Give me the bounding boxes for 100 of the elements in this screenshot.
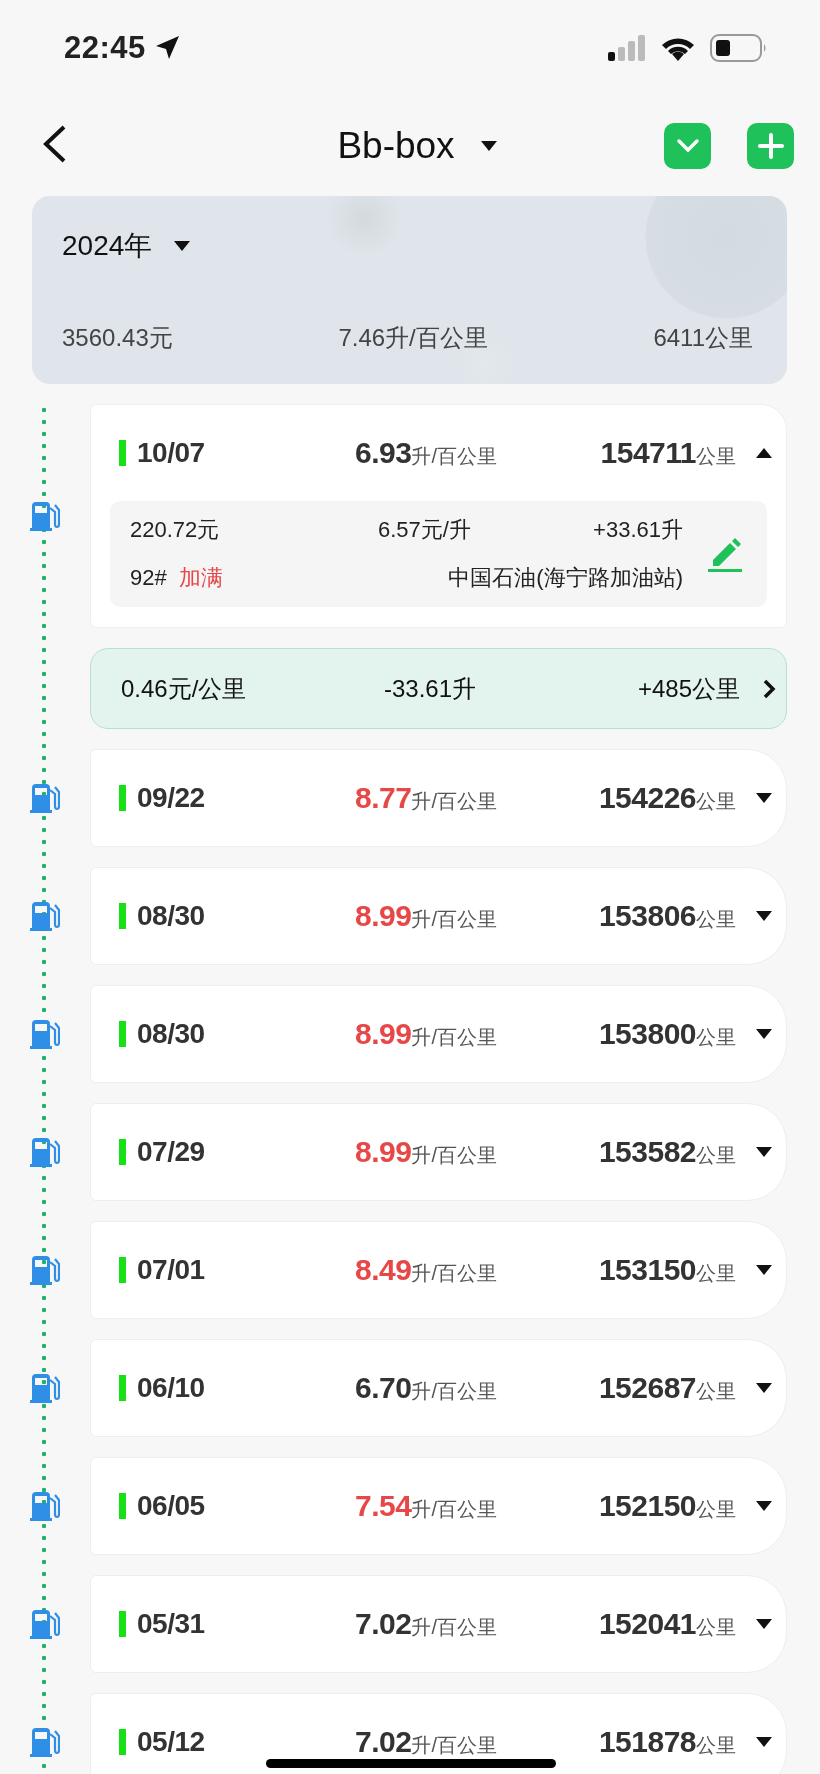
date-marker — [119, 1139, 126, 1165]
unit-label: 公里 — [696, 1380, 736, 1402]
consumption-value: 7.54 — [355, 1489, 412, 1522]
date-marker — [119, 785, 126, 811]
refuel-card[interactable]: 05/31 7.02升/百公里 152041公里 — [90, 1575, 787, 1673]
unit-label: 升/百公里 — [411, 445, 497, 467]
unit-label: 升/百公里 — [411, 790, 497, 812]
unit-label: 升/百公里 — [411, 1026, 497, 1048]
unit-label: 公里 — [696, 1144, 736, 1166]
unit-label: 升/百公里 — [411, 1262, 497, 1284]
unit-label: 公里 — [696, 1262, 736, 1284]
fuel-delta: -33.61升 — [384, 673, 478, 704]
caret-down-icon[interactable] — [756, 1029, 772, 1039]
refuel-card[interactable]: 06/05 7.54升/百公里 152150公里 — [90, 1457, 787, 1555]
consumption-value: 7.02 — [355, 1725, 412, 1758]
caret-up-icon[interactable] — [756, 448, 772, 458]
caret-down-icon[interactable] — [480, 141, 497, 151]
vehicle-title[interactable]: Bb-box — [337, 125, 455, 167]
date-marker — [119, 903, 126, 929]
refuel-card[interactable]: 07/01 8.49升/百公里 153150公里 — [90, 1221, 787, 1319]
unit-label: 公里 — [696, 1734, 736, 1756]
unit-label: 升/百公里 — [411, 1734, 497, 1756]
fuel-grade: 92# — [130, 565, 167, 590]
odometer-value: 154711 — [600, 436, 696, 469]
refuel-date: 09/22 — [137, 782, 205, 814]
consumption-value: 7.02 — [355, 1607, 412, 1640]
refuel-card[interactable]: 10/07 6.93升/百公里 154711公里 220.72元 6.57元/升 +33.61升 92# 加满 中国石油(海宁路加油站) — [90, 404, 787, 628]
refuel-card[interactable]: 08/30 8.99升/百公里 153806公里 — [90, 867, 787, 965]
consumption-value: 6.93 — [355, 436, 412, 469]
odometer-value: 152041 — [598, 1607, 696, 1640]
refuel-date: 08/30 — [137, 1018, 205, 1050]
unit-label: 公里 — [696, 1498, 736, 1520]
caret-down-icon[interactable] — [756, 1501, 772, 1511]
odometer-value: 153800 — [598, 1017, 696, 1050]
date-marker — [119, 1611, 126, 1637]
caret-down-icon[interactable] — [756, 1265, 772, 1275]
refuel-card[interactable]: 07/29 8.99升/百公里 153582公里 — [90, 1103, 787, 1201]
fuel-pump-icon — [30, 900, 60, 932]
refuel-amount: 220.72元 — [130, 516, 221, 544]
unit-label: 公里 — [696, 790, 736, 812]
consumption-value: 8.99 — [355, 899, 412, 932]
refuel-date: 05/12 — [137, 1726, 205, 1758]
unit-label: 升/百公里 — [411, 908, 497, 930]
unit-label: 升/百公里 — [411, 1616, 497, 1638]
fuel-pump-icon — [30, 1254, 60, 1286]
caret-down-icon[interactable] — [756, 911, 772, 921]
consumption-value: 6.70 — [355, 1371, 412, 1404]
odometer-value: 153806 — [598, 899, 696, 932]
unit-label: 公里 — [696, 1026, 736, 1048]
date-marker — [119, 440, 126, 466]
fuel-pump-icon — [30, 1018, 60, 1050]
refuel-date: 08/30 — [137, 900, 205, 932]
fuel-volume: +33.61升 — [593, 516, 683, 544]
odometer-value: 152150 — [598, 1489, 696, 1522]
caret-down-icon[interactable] — [756, 793, 772, 803]
odometer-value: 154226 — [598, 781, 696, 814]
fuel-pump-icon — [30, 1490, 60, 1522]
average-consumption: 7.46升/百公里 — [338, 323, 488, 353]
date-marker — [119, 1257, 126, 1283]
consumption-value: 8.99 — [355, 1135, 412, 1168]
odometer-value: 153150 — [598, 1253, 696, 1286]
unit-label: 升/百公里 — [411, 1380, 497, 1402]
odometer-value: 152687 — [598, 1371, 696, 1404]
refuel-date: 06/05 — [137, 1490, 205, 1522]
caret-down-icon[interactable] — [756, 1147, 772, 1157]
consumption-value: 8.77 — [355, 781, 412, 814]
fuel-pump-icon — [30, 1726, 60, 1758]
refuel-card[interactable]: 09/22 8.77升/百公里 154226公里 — [90, 749, 787, 847]
odometer-value: 153582 — [598, 1135, 696, 1168]
caret-down-icon[interactable] — [756, 1737, 772, 1747]
date-marker — [119, 1021, 126, 1047]
consumption-value: 8.99 — [355, 1017, 412, 1050]
refuel-date: 07/01 — [137, 1254, 205, 1286]
date-marker — [119, 1375, 126, 1401]
distance-delta: +485公里 — [637, 673, 740, 704]
unit-label: 公里 — [696, 908, 736, 930]
fuel-pump-icon — [30, 1372, 60, 1404]
battery-icon — [710, 34, 768, 62]
fuel-pump-icon — [30, 1608, 60, 1640]
consumption-value: 8.49 — [355, 1253, 412, 1286]
caret-down-icon[interactable] — [756, 1619, 772, 1629]
refuel-card[interactable]: 05/12 7.02升/百公里 151878公里 — [90, 1693, 787, 1774]
refuel-card[interactable]: 06/10 6.70升/百公里 152687公里 — [90, 1339, 787, 1437]
total-distance: 6411公里 — [653, 323, 753, 353]
year-selector[interactable]: 2024年 — [62, 227, 153, 265]
clock-time: 22:45 — [64, 30, 146, 66]
refuel-date: 10/07 — [137, 437, 205, 469]
unit-label: 公里 — [696, 1616, 736, 1638]
interval-summary[interactable]: 0.46元/公里 -33.61升 +485公里 — [90, 648, 787, 729]
caret-down-icon[interactable] — [174, 241, 191, 251]
chevron-right-icon[interactable] — [762, 678, 776, 699]
date-marker — [119, 1493, 126, 1519]
fill-type: 加满 — [178, 565, 223, 590]
refuel-card[interactable]: 08/30 8.99升/百公里 153800公里 — [90, 985, 787, 1083]
refuel-date: 07/29 — [137, 1136, 205, 1168]
caret-down-icon[interactable] — [756, 1383, 772, 1393]
unit-label: 公里 — [696, 445, 736, 467]
date-marker — [119, 1729, 126, 1755]
cost-per-km: 0.46元/公里 — [121, 673, 248, 704]
fuel-pump-icon — [30, 1136, 60, 1168]
